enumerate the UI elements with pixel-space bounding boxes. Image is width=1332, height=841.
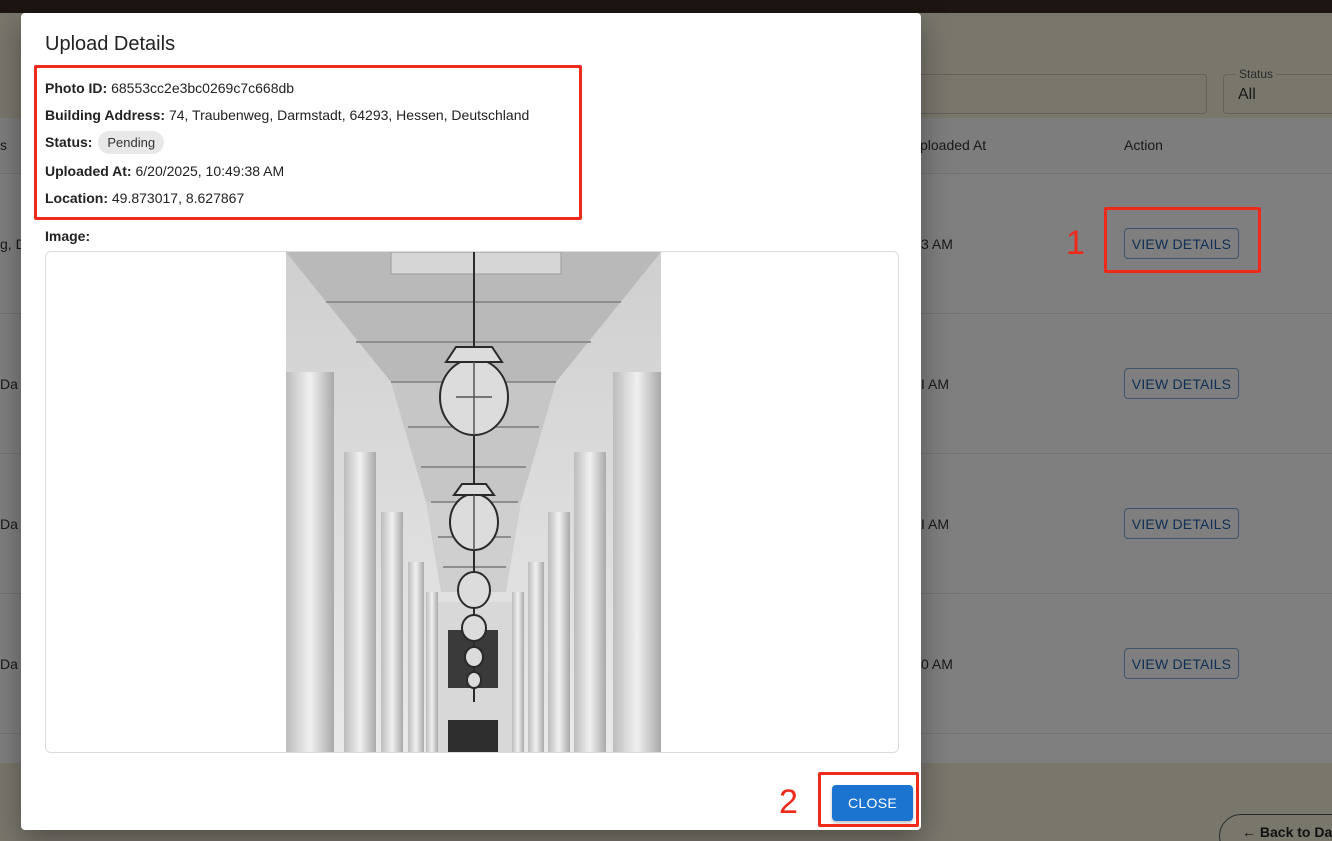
image-label: Image: <box>45 228 91 244</box>
building-photo <box>286 252 661 752</box>
annotation-box-1 <box>1104 207 1261 273</box>
image-frame <box>45 251 899 753</box>
annotation-box-info <box>34 65 582 220</box>
annotation-marker-1: 1 <box>1066 224 1085 262</box>
dialog-title: Upload Details <box>45 33 176 55</box>
annotation-marker-2: 2 <box>779 783 798 821</box>
annotation-box-2 <box>818 772 919 827</box>
